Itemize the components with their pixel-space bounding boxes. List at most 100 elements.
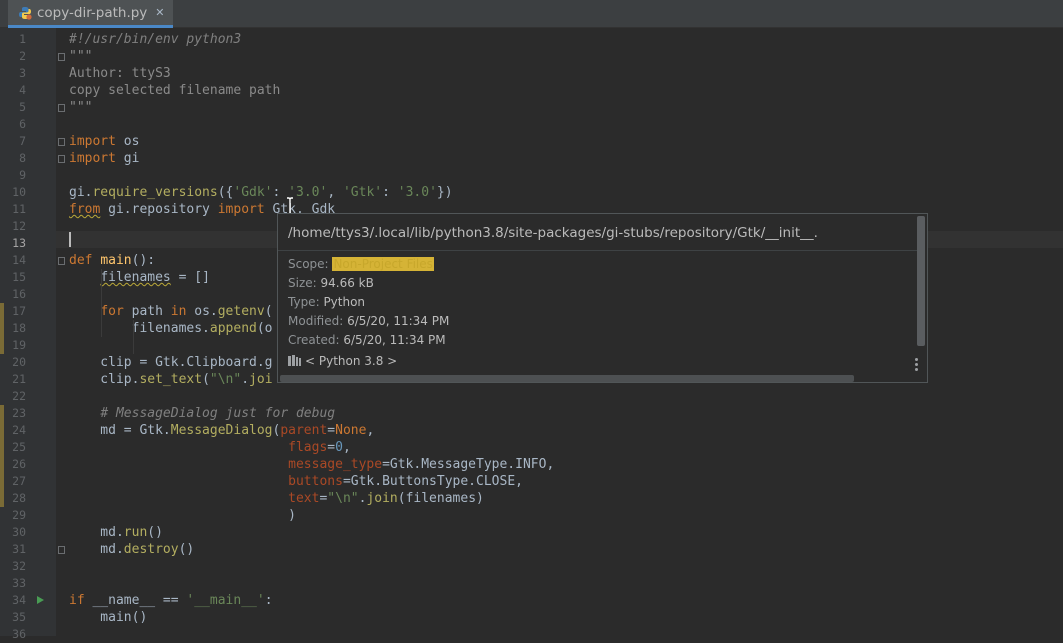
code-line: gi.require_versions({'Gdk': '3.0', 'Gtk'… bbox=[69, 184, 453, 201]
line-number: 4 bbox=[19, 83, 26, 97]
fold-marker-icon[interactable] bbox=[58, 104, 65, 112]
line-number: 9 bbox=[19, 168, 26, 182]
line-number: 14 bbox=[12, 253, 26, 267]
code-token: os bbox=[115, 134, 140, 149]
library-row[interactable]: < Python 3.8 > bbox=[288, 352, 397, 370]
line-number: 16 bbox=[12, 287, 26, 301]
code-line: filenames = [] bbox=[69, 269, 210, 286]
line-number: 31 bbox=[12, 542, 26, 556]
code-line: ) bbox=[69, 507, 296, 524]
code-token: gi. bbox=[69, 185, 93, 200]
code-token: append bbox=[209, 321, 257, 336]
code-token: =Gtk.ButtonsType.CLOSE, bbox=[342, 474, 523, 489]
change-marker[interactable] bbox=[0, 405, 4, 507]
editor-tab-bar: copy-dir-path.py ✕ bbox=[0, 0, 1063, 28]
code-token: if bbox=[69, 593, 85, 608]
line-number: 32 bbox=[12, 559, 26, 573]
fold-marker-icon[interactable] bbox=[58, 138, 65, 146]
code-line: text="\n".join(filenames) bbox=[69, 490, 484, 507]
library-label: < Python 3.8 > bbox=[305, 354, 398, 368]
code-token: ({ bbox=[217, 185, 234, 200]
code-token: 0 bbox=[335, 440, 343, 455]
code-token: set_text bbox=[139, 372, 203, 387]
file-path[interactable]: /home/ttys3/.local/lib/python3.8/site-pa… bbox=[288, 222, 916, 244]
code-token: , bbox=[366, 423, 375, 438]
code-token: join bbox=[366, 491, 398, 506]
code-token: """ bbox=[69, 100, 93, 115]
code-line: import os bbox=[69, 133, 139, 150]
fold-marker-icon[interactable] bbox=[58, 155, 65, 163]
fold-marker-icon[interactable] bbox=[58, 257, 65, 265]
code-token: flags bbox=[288, 440, 328, 455]
code-token: parent bbox=[280, 423, 328, 438]
code-token: }) bbox=[436, 185, 453, 200]
code-token: text bbox=[288, 491, 320, 506]
code-token: None bbox=[335, 423, 367, 438]
code-token: =Gtk.MessageType.INFO, bbox=[382, 457, 555, 472]
file-info-popup: /home/ttys3/.local/lib/python3.8/site-pa… bbox=[277, 213, 928, 383]
code-token: for bbox=[100, 304, 124, 319]
code-token: copy selected filename path bbox=[69, 83, 281, 98]
code-token: import bbox=[69, 151, 116, 166]
vertical-scrollbar[interactable] bbox=[917, 216, 925, 346]
code-token: """ bbox=[69, 49, 93, 64]
code-line: import gi bbox=[69, 150, 139, 167]
code-token: run bbox=[123, 525, 148, 540]
modified-row: Modified: 6/5/20, 11:34 PM bbox=[288, 312, 449, 330]
code-token: () bbox=[178, 542, 195, 557]
code-token: os. bbox=[186, 304, 218, 319]
line-number: 20 bbox=[12, 355, 26, 369]
tab-copy-dir-path[interactable]: copy-dir-path.py ✕ bbox=[8, 0, 173, 28]
tab-label: copy-dir-path.py bbox=[37, 4, 148, 21]
size-label: Size: bbox=[288, 276, 317, 290]
code-token: : bbox=[272, 185, 289, 200]
code-token: "\n" bbox=[209, 372, 242, 387]
code-token: (): bbox=[131, 253, 156, 268]
code-token: def bbox=[69, 253, 93, 268]
line-number: 8 bbox=[19, 151, 26, 165]
code-token: clip. bbox=[69, 372, 140, 387]
code-token: md. bbox=[69, 525, 124, 540]
close-icon[interactable]: ✕ bbox=[155, 6, 164, 19]
code-line: if __name__ == '__main__': bbox=[69, 592, 273, 609]
horizontal-scrollbar[interactable] bbox=[280, 375, 854, 382]
code-token: filenames. bbox=[69, 321, 210, 336]
code-token: ( bbox=[202, 372, 210, 387]
code-token: (o bbox=[256, 321, 273, 336]
code-token: = [] bbox=[170, 270, 210, 285]
created-row: Created: 6/5/20, 11:34 PM bbox=[288, 331, 446, 349]
fold-marker-icon[interactable] bbox=[58, 53, 65, 61]
code-line: clip.set_text("\n".joi bbox=[69, 371, 272, 388]
line-number: 6 bbox=[19, 117, 26, 131]
code-line: # MessageDialog just for debug bbox=[69, 405, 335, 422]
code-line: clip = Gtk.Clipboard.g bbox=[69, 354, 272, 371]
text-caret bbox=[69, 232, 71, 247]
code-line: md.destroy() bbox=[69, 541, 194, 558]
code-token: from bbox=[69, 202, 101, 217]
code-line: for path in os.getenv( bbox=[69, 303, 272, 320]
code-line: buttons=Gtk.ButtonsType.CLOSE, bbox=[69, 473, 523, 490]
code-token: MessageDialog bbox=[170, 423, 273, 438]
more-vertical-icon[interactable] bbox=[915, 358, 919, 372]
code-line: def main(): bbox=[69, 252, 155, 269]
code-token: gi bbox=[115, 151, 140, 166]
created-label: Created: bbox=[288, 333, 340, 347]
code-line: """ bbox=[69, 48, 92, 65]
size-value: 94.66 kB bbox=[320, 276, 374, 290]
fold-marker-icon[interactable] bbox=[58, 546, 65, 554]
code-token: main() bbox=[69, 610, 148, 625]
line-number: 3 bbox=[19, 66, 26, 80]
line-number: 33 bbox=[12, 576, 26, 590]
change-marker[interactable] bbox=[0, 303, 4, 354]
code-token: 'Gtk' bbox=[342, 185, 383, 200]
scope-label: Scope: bbox=[288, 257, 329, 271]
size-row: Size: 94.66 kB bbox=[288, 274, 374, 292]
code-token: message_type bbox=[288, 457, 383, 472]
indent-guide bbox=[133, 320, 134, 354]
line-number-gutter: 1 2 3 4 5 6 7 8 9 10 11 12 13 14 15 16 17 18 19 20 21 22 23 24 2… bbox=[0, 28, 56, 641]
run-icon[interactable] bbox=[37, 596, 44, 604]
code-token: '__main__' bbox=[186, 593, 265, 608]
code-token: 'Gdk' bbox=[233, 185, 273, 200]
